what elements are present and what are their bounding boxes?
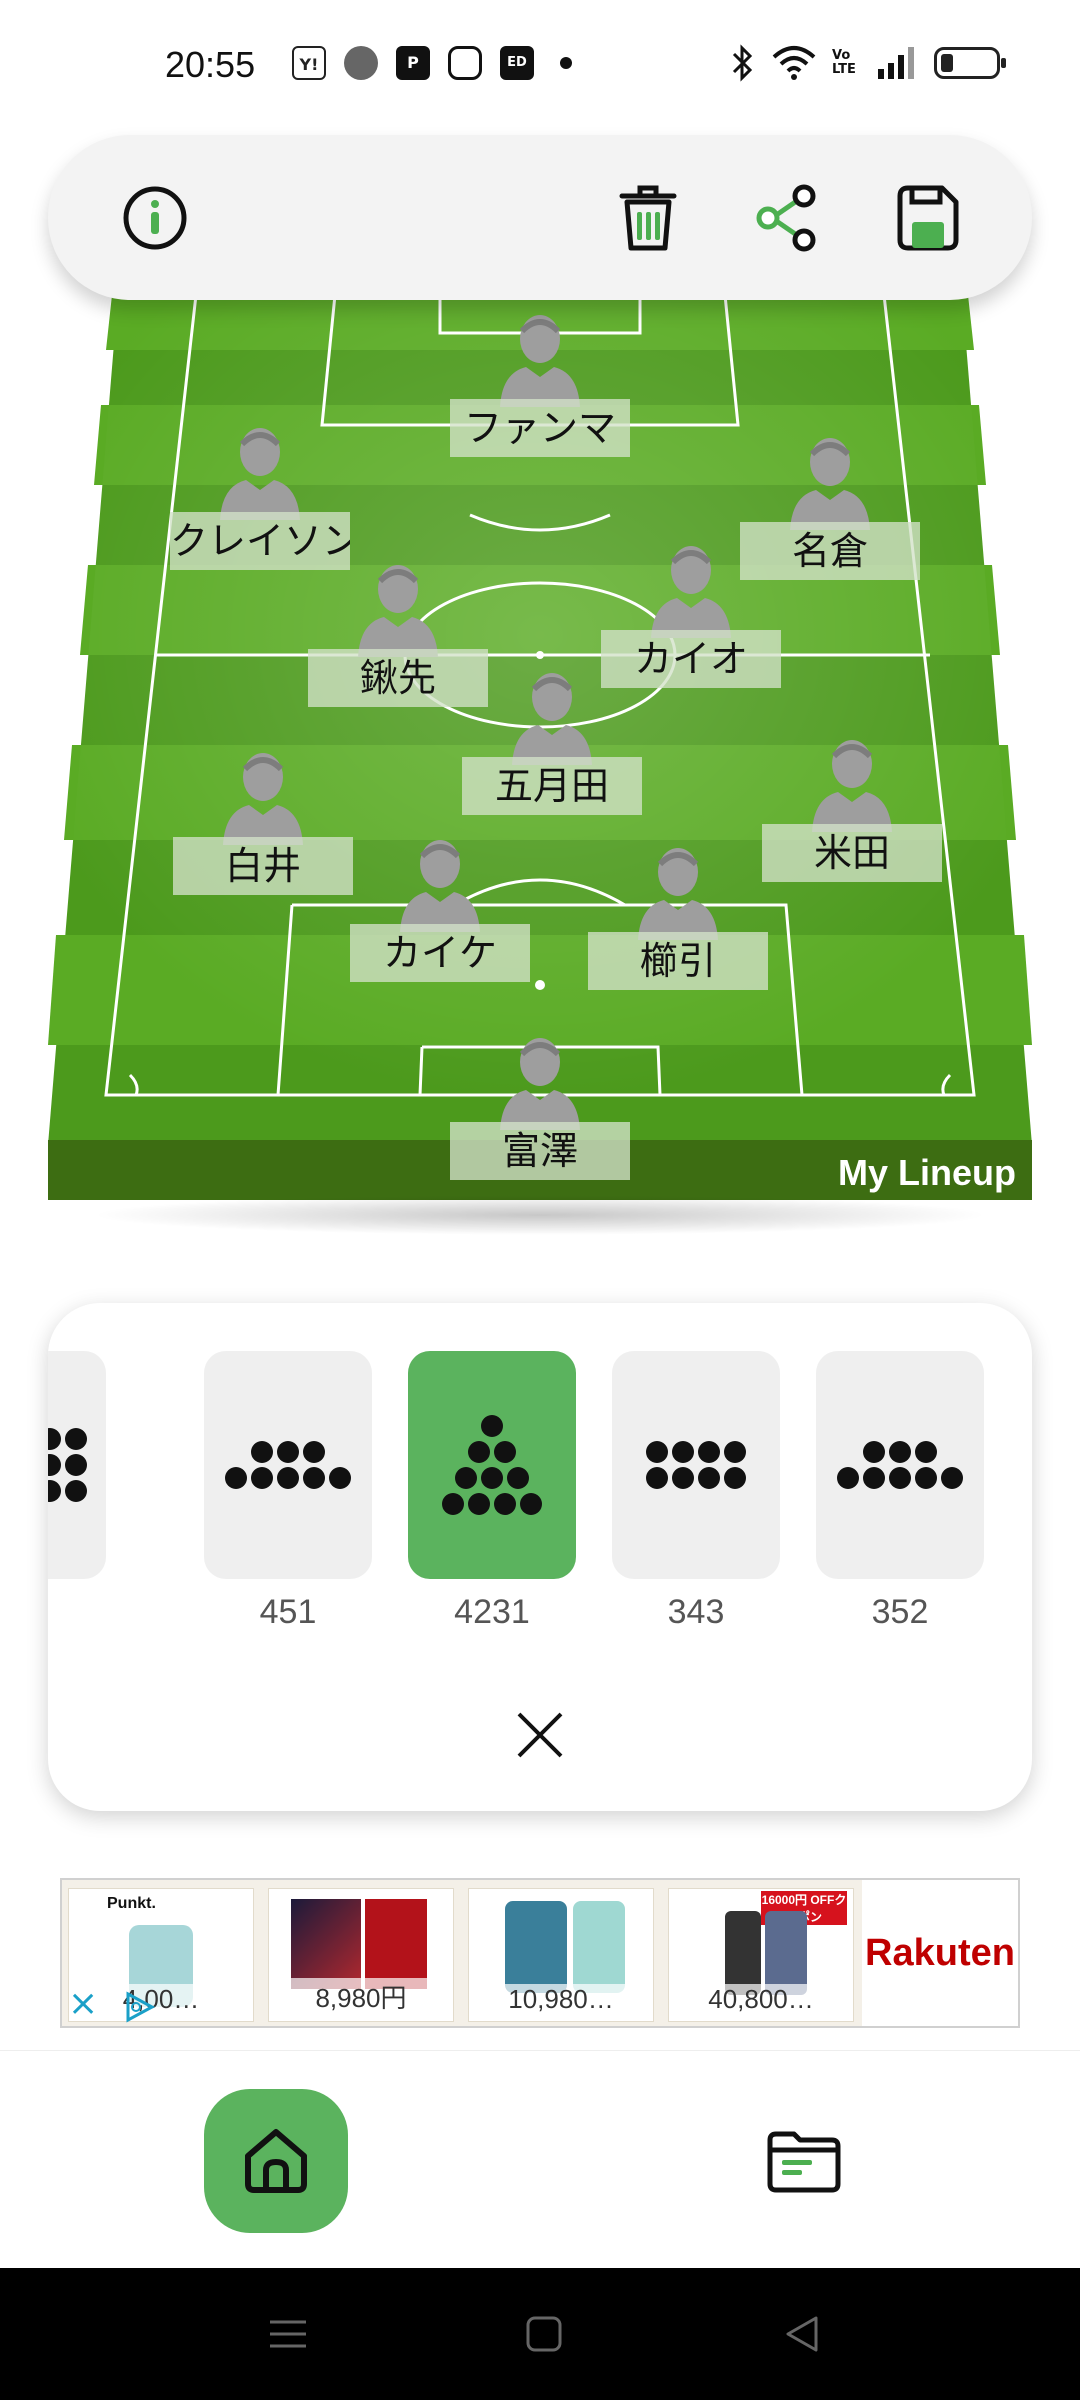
- top-toolbar: [48, 135, 1032, 300]
- player-card[interactable]: 白井: [173, 745, 353, 895]
- formation-option-451[interactable]: [204, 1351, 372, 1579]
- folder-icon: [767, 2131, 841, 2193]
- player-card[interactable]: 櫛引: [588, 840, 768, 990]
- player-card[interactable]: 鍬先: [308, 557, 488, 707]
- formation-dots-icon: [837, 1441, 963, 1489]
- square-icon[interactable]: [522, 2312, 566, 2356]
- player-silhouette-icon: [358, 565, 438, 657]
- pitch: My Lineup ファンマ クレイソン 名倉 鍬先 カイオ 五月田 白井 米田 カイケ 櫛引 富澤: [0, 295, 1080, 1255]
- bluetooth-icon: [732, 44, 753, 82]
- player-name: 五月田: [462, 757, 642, 815]
- formation-dots-icon: [48, 1428, 87, 1502]
- formation-option-352[interactable]: [816, 1351, 984, 1579]
- home-tab[interactable]: [204, 2089, 348, 2233]
- system-navigation: [0, 2268, 1080, 2400]
- player-card[interactable]: カイケ: [350, 832, 530, 982]
- player-silhouette-icon: [812, 740, 892, 832]
- info-icon: [123, 186, 187, 250]
- player-silhouette-icon: [790, 438, 870, 530]
- player-name: 富澤: [450, 1122, 630, 1180]
- player-name: 米田: [762, 824, 942, 882]
- formation-dots-icon: [225, 1441, 351, 1489]
- trash-icon: [619, 185, 677, 251]
- ad-close-button[interactable]: ×: [68, 1983, 98, 2024]
- ad-phone-image: [765, 1911, 807, 1995]
- player-name: カイケ: [350, 924, 530, 982]
- player-silhouette-icon: [500, 1038, 580, 1130]
- player-silhouette-icon: [500, 315, 580, 407]
- formation-label: 352: [871, 1593, 929, 1631]
- battery-icon: [934, 47, 1006, 79]
- player-silhouette-icon: [220, 428, 300, 520]
- ad-price-4: 40,800…: [669, 1984, 853, 2015]
- save-icon: [897, 185, 959, 251]
- signal-icon: [878, 47, 914, 79]
- player-silhouette-icon: [223, 753, 303, 845]
- player-card[interactable]: 五月田: [462, 665, 642, 815]
- formation-dots-icon: [646, 1441, 746, 1489]
- formation-option-343[interactable]: [612, 1351, 780, 1579]
- ad-phone-image: [365, 1899, 427, 1989]
- saved-lineups-tab[interactable]: [732, 2089, 876, 2233]
- dot-icon: [560, 57, 572, 69]
- ad-phone-image: [573, 1901, 625, 1993]
- menu-icon[interactable]: [266, 2312, 310, 2356]
- paypay-icon: P: [396, 46, 430, 80]
- player-card[interactable]: 米田: [762, 732, 942, 882]
- ad-product-3[interactable]: 10,980…: [468, 1888, 654, 2022]
- player-silhouette-icon: [651, 546, 731, 638]
- player-name: 白井: [173, 837, 353, 895]
- bottom-navigation: [0, 2050, 1080, 2268]
- player-silhouette-icon: [512, 673, 592, 765]
- formation-label: 3: [48, 1593, 118, 1632]
- player-card[interactable]: 富澤: [450, 1030, 630, 1180]
- player-name: ファンマ: [450, 399, 630, 457]
- ad-product-2[interactable]: 8,980円: [268, 1888, 454, 2022]
- ad-price-3: 10,980…: [469, 1984, 653, 2015]
- player-silhouette-icon: [400, 840, 480, 932]
- formation-dots-icon: [442, 1415, 542, 1515]
- ad-price-2: 8,980円: [269, 1978, 453, 2015]
- ad-phone-image: [505, 1901, 567, 1993]
- player-card[interactable]: クレイソン: [170, 420, 350, 570]
- yahoo-mail-icon: Y!: [292, 46, 326, 80]
- edion-icon: ED: [500, 46, 534, 80]
- ad-advertiser-logo[interactable]: Rakuten: [862, 1880, 1018, 2026]
- ad-banner[interactable]: Punkt. 4,00… 8,980円 10,980… 16000円 OFFクー…: [60, 1878, 1020, 2028]
- player-card[interactable]: ファンマ: [450, 307, 630, 457]
- pitch-shadow: [90, 1195, 990, 1235]
- formation-panel: 3 451 4231 343 352: [48, 1303, 1032, 1811]
- status-time: 20:55: [165, 44, 256, 85]
- delete-button[interactable]: [603, 173, 693, 263]
- ad-choices-icon[interactable]: [122, 1990, 156, 2024]
- close-icon: [517, 1712, 563, 1758]
- save-button[interactable]: [883, 173, 973, 263]
- close-formation-button[interactable]: [492, 1687, 588, 1783]
- formation-option-4231[interactable]: [408, 1351, 576, 1579]
- formation-label: 451: [259, 1593, 317, 1631]
- info-button[interactable]: [110, 173, 200, 263]
- notification-icons: Y! P ED: [292, 46, 572, 80]
- fish-app-icon: [344, 46, 378, 80]
- formation-label: 343: [667, 1593, 725, 1631]
- ad-product-4[interactable]: 16000円 OFFクーポン 40,800…: [668, 1888, 854, 2022]
- player-silhouette-icon: [638, 848, 718, 940]
- formation-option-3[interactable]: [48, 1351, 106, 1579]
- system-status-icons: Vo LTE: [730, 44, 1006, 82]
- volte-icon: Vo LTE: [832, 48, 856, 77]
- brand-label: My Lineup: [838, 1152, 1016, 1193]
- back-icon[interactable]: [780, 2312, 824, 2356]
- home-icon: [245, 2129, 307, 2193]
- player-name: 鍬先: [308, 649, 488, 707]
- ad-phone-image: [291, 1899, 361, 1989]
- ad-brand-1: Punkt.: [107, 1895, 156, 1912]
- share-icon: [756, 184, 816, 252]
- status-bar: 20:55 Y! P ED Vo LTE: [0, 0, 1080, 130]
- share-button[interactable]: [743, 173, 833, 263]
- instagram-icon: [448, 46, 482, 80]
- formation-label: 4231: [454, 1593, 530, 1631]
- wifi-icon: [772, 46, 816, 80]
- player-name: 櫛引: [588, 932, 768, 990]
- ad-phone-image: [725, 1911, 761, 1995]
